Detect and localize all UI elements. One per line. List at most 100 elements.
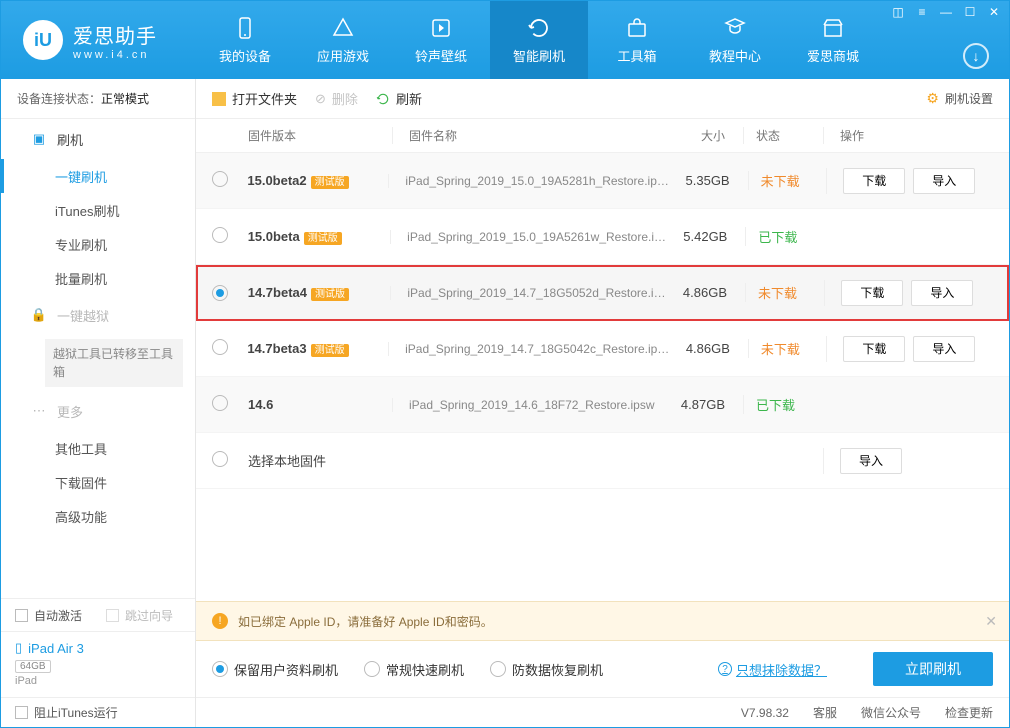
firmware-size: 5.42GB (666, 229, 745, 244)
win-menu-icon[interactable]: ≡ (913, 5, 931, 19)
opt-antiloss[interactable]: 防数据恢复刷机 (490, 660, 603, 679)
download-button[interactable]: 下载 (841, 280, 903, 306)
table-row[interactable]: 14.7beta4测试版iPad_Spring_2019_14.7_18G505… (196, 265, 1009, 321)
beta-badge: 测试版 (311, 176, 349, 189)
nav-apps[interactable]: 应用游戏 (294, 1, 392, 79)
sidebar-group-more[interactable]: ⋯更多 (1, 391, 195, 431)
status-update[interactable]: 检查更新 (945, 704, 993, 721)
alert-close[interactable]: ✕ (985, 613, 997, 630)
help-icon: ? (718, 662, 732, 676)
flash-options: 保留用户资料刷机 常规快速刷机 防数据恢复刷机 ?只想抹除数据？ 立即刷机 (196, 641, 1009, 697)
folder-icon (212, 92, 226, 106)
download-manager-icon[interactable]: ↓ (963, 43, 989, 69)
table-row[interactable]: 14.7beta3测试版iPad_Spring_2019_14.7_18G504… (196, 321, 1009, 377)
auto-activate-checkbox[interactable] (15, 609, 28, 622)
row-radio[interactable] (212, 395, 228, 411)
win-maximize-icon[interactable]: ☐ (961, 5, 979, 19)
opt-keep-data[interactable]: 保留用户资料刷机 (212, 660, 338, 679)
th-action: 操作 (823, 127, 993, 144)
firmware-size: 4.87GB (663, 397, 743, 412)
gear-icon: ⚙ (926, 90, 939, 107)
top-nav: 我的设备 应用游戏 铃声壁纸 智能刷机 工具箱 教程中心 爱思商城 (196, 1, 1009, 79)
beta-badge: 测试版 (304, 232, 342, 245)
import-button[interactable]: 导入 (913, 168, 975, 194)
sidebar-item-batch-flash[interactable]: 批量刷机 (1, 261, 195, 295)
import-button[interactable]: 导入 (913, 336, 975, 362)
lock-icon: 🔒 (31, 307, 47, 323)
row-radio[interactable] (212, 451, 228, 467)
firmware-name: iPad_Spring_2019_15.0_19A5261w_Restore.i… (390, 230, 666, 244)
table-row[interactable]: 14.6iPad_Spring_2019_14.6_18F72_Restore.… (196, 377, 1009, 433)
skip-guide-label: 跳过向导 (125, 607, 173, 624)
flash-icon: ▣ (31, 131, 47, 147)
status-service[interactable]: 客服 (813, 704, 837, 721)
table-row-local[interactable]: 选择本地固件 导入 (196, 433, 1009, 489)
sidebar-group-flash[interactable]: ▣刷机 (1, 119, 195, 159)
sidebar-item-advanced[interactable]: 高级功能 (1, 499, 195, 533)
table-header: 固件版本 固件名称 大小 状态 操作 (196, 119, 1009, 153)
apple-id-alert: ! 如已绑定 Apple ID，请准备好 Apple ID和密码。 ✕ (196, 601, 1009, 641)
nav-my-device[interactable]: 我的设备 (196, 1, 294, 79)
device-model: iPad (15, 675, 181, 687)
block-itunes-label: 阻止iTunes运行 (34, 704, 118, 721)
flash-now-button[interactable]: 立即刷机 (873, 652, 993, 686)
warning-icon: ! (212, 613, 228, 629)
device-icon: ▯ (15, 640, 22, 656)
firmware-status: 已下载 (745, 227, 824, 246)
table-row[interactable]: 15.0beta2测试版iPad_Spring_2019_15.0_19A528… (196, 153, 1009, 209)
nav-tutorials[interactable]: 教程中心 (686, 1, 784, 79)
delete-icon: ⊘ (315, 91, 326, 107)
th-size: 大小 (663, 127, 743, 144)
brand-url: www.i4.cn (73, 49, 157, 61)
row-radio[interactable] (212, 285, 228, 301)
device-card[interactable]: ▯iPad Air 3 64GB iPad (1, 631, 195, 697)
open-folder-button[interactable]: 打开文件夹 (212, 89, 297, 108)
sidebar: 设备连接状态：正常模式 ▣刷机 一键刷机 iTunes刷机 专业刷机 批量刷机 … (1, 79, 196, 727)
sidebar-item-itunes-flash[interactable]: iTunes刷机 (1, 193, 195, 227)
nav-flash[interactable]: 智能刷机 (490, 1, 588, 79)
download-button[interactable]: 下载 (843, 168, 905, 194)
flash-settings-button[interactable]: ⚙刷机设置 (926, 90, 993, 107)
status-wechat[interactable]: 微信公众号 (861, 704, 921, 721)
import-button[interactable]: 导入 (911, 280, 973, 306)
select-local-label: 选择本地固件 (242, 451, 663, 470)
delete-button[interactable]: ⊘删除 (315, 89, 358, 108)
version-label: V7.98.32 (741, 706, 789, 720)
refresh-button[interactable]: 刷新 (376, 89, 422, 108)
sidebar-item-other-tools[interactable]: 其他工具 (1, 431, 195, 465)
firmware-size: 4.86GB (666, 285, 745, 300)
brand-logo-icon: iU (23, 20, 63, 60)
nav-store[interactable]: 爱思商城 (784, 1, 882, 79)
main-panel: 打开文件夹 ⊘删除 刷新 ⚙刷机设置 固件版本 固件名称 大小 状态 操作 15… (196, 79, 1009, 727)
row-radio[interactable] (212, 339, 228, 355)
erase-only-link[interactable]: ?只想抹除数据？ (718, 660, 827, 679)
skip-guide-checkbox[interactable] (106, 609, 119, 622)
sidebar-item-pro-flash[interactable]: 专业刷机 (1, 227, 195, 261)
block-itunes-checkbox[interactable] (15, 706, 28, 719)
win-tshirt-icon[interactable]: ◫ (889, 5, 907, 19)
beta-badge: 测试版 (311, 288, 349, 301)
table-row[interactable]: 15.0beta测试版iPad_Spring_2019_15.0_19A5261… (196, 209, 1009, 265)
win-close-icon[interactable]: ✕ (985, 5, 1003, 19)
import-button[interactable]: 导入 (840, 448, 902, 474)
device-status: 设备连接状态：正常模式 (1, 79, 195, 119)
firmware-status: 未下载 (748, 339, 827, 358)
sidebar-item-download-firmware[interactable]: 下载固件 (1, 465, 195, 499)
th-name: 固件名称 (392, 127, 663, 144)
auto-activate-label: 自动激活 (34, 607, 82, 624)
sidebar-group-jailbreak: 🔒一键越狱 (1, 295, 195, 335)
row-radio[interactable] (212, 171, 228, 187)
nav-toolbox[interactable]: 工具箱 (588, 1, 686, 79)
win-minimize-icon[interactable]: — (937, 5, 955, 19)
sidebar-item-oneclick-flash[interactable]: 一键刷机 (1, 159, 195, 193)
th-status: 状态 (743, 127, 823, 144)
window-controls: ◫ ≡ — ☐ ✕ (889, 5, 1003, 19)
download-button[interactable]: 下载 (843, 336, 905, 362)
firmware-size: 4.86GB (669, 341, 748, 356)
row-radio[interactable] (212, 227, 228, 243)
firmware-name: iPad_Spring_2019_14.6_18F72_Restore.ipsw (392, 398, 663, 412)
firmware-name: iPad_Spring_2019_14.7_18G5042c_Restore.i… (388, 342, 669, 356)
opt-normal[interactable]: 常规快速刷机 (364, 660, 464, 679)
jailbreak-note: 越狱工具已转移至工具箱 (45, 339, 183, 387)
nav-ringtones[interactable]: 铃声壁纸 (392, 1, 490, 79)
